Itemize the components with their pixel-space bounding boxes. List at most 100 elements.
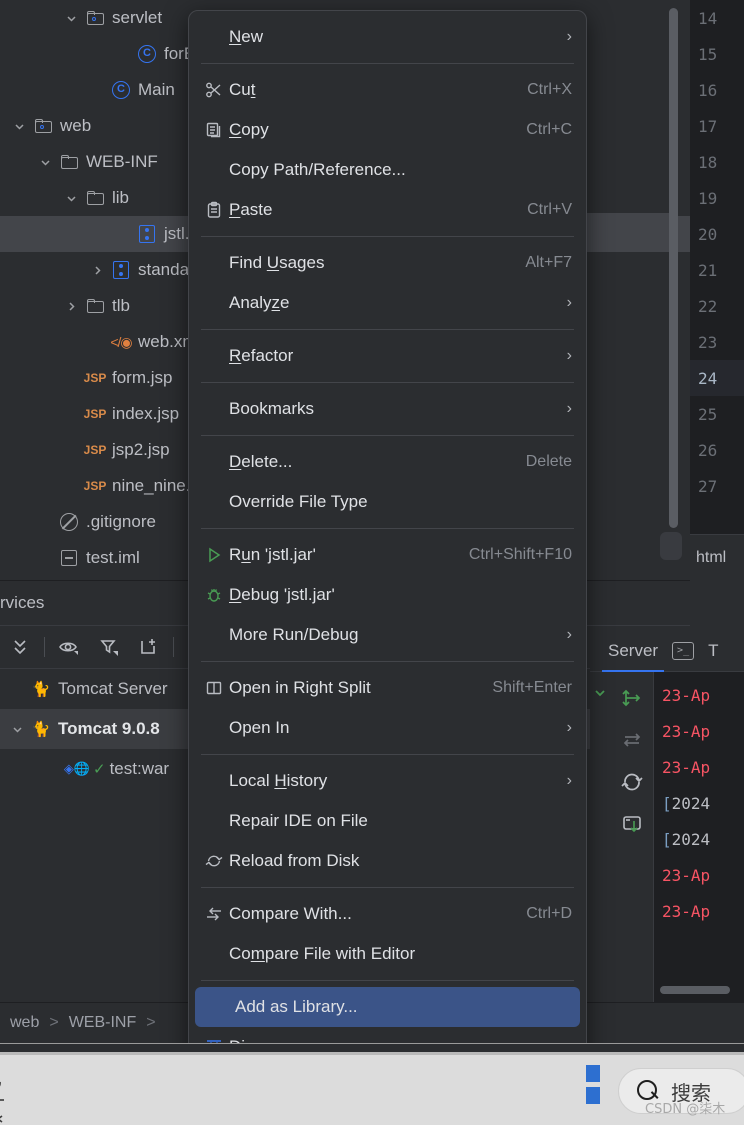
menu-item-compare-file-with-editor[interactable]: Compare File with Editor [189, 934, 586, 974]
menu-item-label: Copy [229, 120, 269, 139]
context-menu[interactable]: New › Cut Ctrl+X Copy Ctrl+C Copy Path/Referen… [188, 10, 587, 1125]
rerun-failed-icon[interactable] [616, 724, 648, 756]
menu-separator [201, 236, 574, 237]
server-action-rail[interactable] [610, 672, 654, 1002]
menu-item-copy-path-reference[interactable]: Copy Path/Reference... [189, 150, 586, 190]
menu-item-label: Compare File with Editor [229, 944, 416, 963]
taskbar-partial-icons [0, 1070, 16, 1125]
menu-separator [201, 980, 574, 981]
menu-item-new[interactable]: New › [189, 17, 586, 57]
run-icon [199, 546, 229, 564]
log-line: [2024 [662, 830, 711, 849]
menu-item-label: Repair IDE on File [229, 811, 368, 830]
reload-icon [199, 852, 229, 870]
chevron-down-icon[interactable] [8, 120, 30, 133]
chevron-right-icon[interactable] [60, 300, 82, 313]
tree-item-label: jsp2.jsp [112, 440, 170, 459]
add-service-icon[interactable] [129, 627, 169, 667]
menu-item-reload-from-disk[interactable]: Reload from Disk [189, 841, 586, 881]
menu-item-more-run-debug[interactable]: More Run/Debug › [189, 615, 586, 655]
menu-item-label: Local History [229, 771, 328, 790]
chevron-down-icon[interactable] [60, 12, 82, 25]
check-icon: ✓ [93, 761, 106, 778]
menu-item-repair-ide-on-file[interactable]: Repair IDE on File [189, 801, 586, 841]
menu-item-compare-with[interactable]: Compare With... Ctrl+D [189, 894, 586, 934]
taskbar-top-strip [0, 1044, 744, 1052]
menu-item-label: Open In [229, 718, 290, 737]
editor-status-tab[interactable]: html [690, 534, 744, 580]
menu-separator [201, 887, 574, 888]
menu-item-analyze[interactable]: Analyze › [189, 283, 586, 323]
menu-item-copy[interactable]: Copy Ctrl+C [189, 110, 586, 150]
breadcrumb-separator: > [146, 1014, 156, 1031]
menu-item-shortcut: Ctrl+C [526, 121, 572, 138]
menu-item-label: Paste [229, 200, 273, 219]
chevron-right-icon: › [566, 772, 572, 789]
menu-item-label: Find Usages [229, 253, 325, 272]
eye-icon[interactable] [49, 627, 89, 667]
editor-scrollbar[interactable] [669, 8, 678, 528]
menu-separator [201, 528, 574, 529]
server-tab-bar[interactable]: Server >_ T [590, 630, 744, 672]
menu-item-label: Reload from Disk [229, 851, 360, 870]
tomcat-icon: 🐈 [31, 681, 51, 698]
chevron-down-icon[interactable] [34, 156, 56, 169]
menu-item-label: Analyze [229, 293, 290, 312]
editor-gutter: 14 15 16 17 18 19 20 21 22 23 24 25 26 27 [669, 0, 744, 580]
tab-terminal[interactable]: T [708, 630, 718, 672]
tree-item-label: servlet [112, 8, 163, 27]
log-horizontal-scrollbar[interactable] [660, 986, 730, 994]
chevron-right-icon: › [566, 400, 572, 417]
debug-icon [199, 586, 229, 604]
tree-item-label: test.iml [86, 548, 140, 567]
chevron-right-icon: › [566, 626, 572, 643]
chevron-down-icon[interactable] [60, 192, 82, 205]
editor-tab-label: html [696, 548, 727, 566]
menu-item-label: Refactor [229, 346, 294, 365]
chevron-right-icon[interactable] [86, 264, 108, 277]
chevron-right-icon: › [566, 294, 572, 311]
rerun-icon[interactable] [616, 682, 648, 714]
line-number: 16 [698, 80, 718, 100]
chevron-down-icon[interactable] [6, 723, 28, 736]
menu-item-refactor[interactable]: Refactor › [189, 336, 586, 376]
server-tree-gutter [590, 672, 610, 1002]
collapse-all-icon[interactable] [0, 627, 40, 667]
line-number: 23 [698, 332, 718, 352]
menu-item-find-usages[interactable]: Find Usages Alt+F7 [189, 243, 586, 283]
folder-icon [60, 155, 78, 169]
line-number: 25 [698, 404, 718, 424]
breadcrumb-item-webinf[interactable]: WEB-INF [69, 1014, 137, 1032]
menu-item-add-as-library[interactable]: Add as Library... [195, 987, 580, 1027]
iml-file-icon [61, 550, 77, 566]
service-item-label: Tomcat Server [58, 679, 168, 698]
menu-item-bookmarks[interactable]: Bookmarks › [189, 389, 586, 429]
restart-icon[interactable] [616, 766, 648, 798]
menu-item-paste[interactable]: Paste Ctrl+V [189, 190, 586, 230]
terminal-icon[interactable]: >_ [672, 641, 695, 660]
line-number: 26 [698, 440, 718, 460]
breadcrumb-item-web[interactable]: web [10, 1014, 39, 1032]
windows-start-icon[interactable] [586, 1065, 600, 1107]
split-icon [199, 679, 229, 697]
jsp-file-icon: JSP [83, 407, 107, 421]
menu-item-shortcut: Ctrl+D [526, 905, 572, 922]
menu-item-debug-jstl-jar[interactable]: Debug 'jstl.jar' [189, 575, 586, 615]
menu-item-local-history[interactable]: Local History › [189, 761, 586, 801]
menu-item-cut[interactable]: Cut Ctrl+X [189, 70, 586, 110]
menu-item-delete[interactable]: Delete... Delete [189, 442, 586, 482]
menu-item-override-file-type[interactable]: Override File Type [189, 482, 586, 522]
server-log-output: 23-Ap 23-Ap 23-Ap [2024 [2024 23-Ap 23-Ap [654, 672, 744, 1002]
line-number: 14 [698, 8, 718, 28]
menu-item-shortcut: Ctrl+X [527, 81, 572, 98]
filter-icon[interactable] [89, 627, 129, 667]
scroll-to-end-icon[interactable] [616, 808, 648, 840]
menu-item-run-jstl-jar[interactable]: Run 'jstl.jar' Ctrl+Shift+F10 [189, 535, 586, 575]
log-line: [2024 [662, 794, 711, 813]
menu-item-shortcut: Shift+Enter [492, 679, 572, 696]
folder-source-icon [86, 11, 104, 25]
tab-server[interactable]: Server [601, 630, 665, 672]
menu-item-open-in-right-split[interactable]: Open in Right Split Shift+Enter [189, 668, 586, 708]
service-item-label: Tomcat 9.0.8 [58, 719, 160, 738]
menu-item-open-in[interactable]: Open In › [189, 708, 586, 748]
